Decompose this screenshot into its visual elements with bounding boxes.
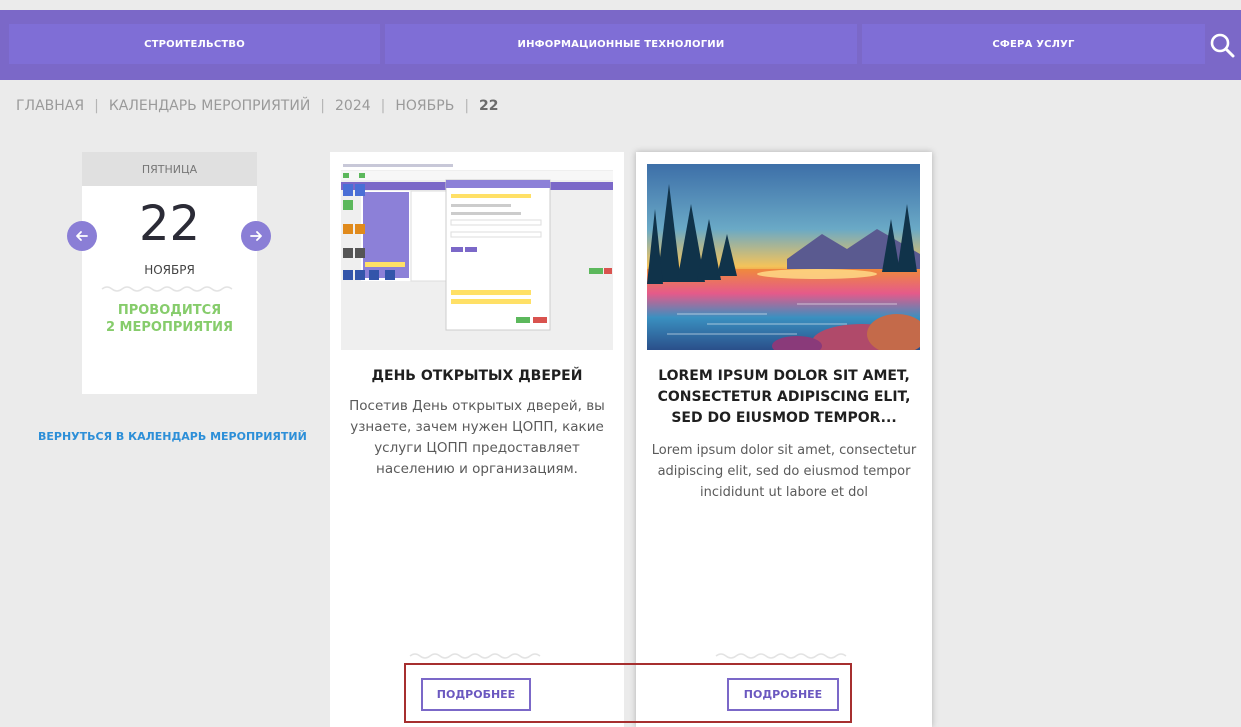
breadcrumb-calendar[interactable]: КАЛЕНДАРЬ МЕРОПРИЯТИЙ [109, 98, 310, 114]
breadcrumb-separator: | [464, 98, 470, 114]
event-card: LOREM IPSUM DOLOR SIT AMET, CONSECTETUR … [636, 152, 932, 727]
status-line-2: 2 МЕРОПРИЯТИЯ [105, 320, 234, 335]
breadcrumb-separator: | [320, 98, 326, 114]
nav-item-it[interactable]: ИНФОРМАЦИОННЫЕ ТЕХНОЛОГИИ [385, 24, 857, 64]
event-description: Посетив День открытых дверей, вы узнаете… [349, 398, 605, 477]
breadcrumb-year[interactable]: 2024 [335, 98, 371, 114]
month-label: НОЯБРЯ [144, 263, 195, 277]
breadcrumb-current: 22 [479, 98, 499, 114]
breadcrumb-month[interactable]: НОЯБРЬ [395, 98, 454, 114]
events-count-status: ПРОВОДИТСЯ 2 МЕРОПРИЯТИЯ [82, 302, 257, 336]
prev-day-button[interactable] [67, 221, 97, 251]
breadcrumb-separator: | [380, 98, 386, 114]
wavy-divider [409, 653, 541, 659]
details-button[interactable]: ПОДРОБНЕЕ [727, 678, 839, 711]
details-button[interactable]: ПОДРОБНЕЕ [421, 678, 531, 711]
breadcrumb-home[interactable]: ГЛАВНАЯ [16, 98, 84, 114]
event-title[interactable]: ДЕНЬ ОТКРЫТЫХ ДВЕРЕЙ [340, 366, 614, 387]
back-to-calendar-link[interactable]: ВЕРНУТЬСЯ В КАЛЕНДАРЬ МЕРОПРИЯТИЙ [38, 430, 307, 443]
event-description: Lorem ipsum dolor sit amet, consectetur … [651, 443, 917, 500]
top-navigation: СТРОИТЕЛЬСТВО ИНФОРМАЦИОННЫЕ ТЕХНОЛОГИИ … [0, 10, 1241, 80]
nav-item-services[interactable]: СФЕРА УСЛУГ [862, 24, 1205, 64]
breadcrumb: ГЛАВНАЯ | КАЛЕНДАРЬ МЕРОПРИЯТИЙ | 2024 |… [16, 98, 499, 114]
breadcrumb-separator: | [94, 98, 99, 114]
date-card: ПЯТНИЦА 22 НОЯБРЯ ПРОВОДИТСЯ 2 МЕРОПРИЯТ… [82, 152, 257, 394]
status-line-1: ПРОВОДИТСЯ [117, 303, 222, 318]
event-image-screenshot[interactable] [341, 162, 613, 350]
arrow-right-icon [250, 231, 262, 241]
nav-item-construction[interactable]: СТРОИТЕЛЬСТВО [9, 24, 380, 64]
search-icon[interactable] [1209, 32, 1235, 58]
wavy-divider [715, 653, 847, 659]
event-card: ДЕНЬ ОТКРЫТЫХ ДВЕРЕЙ Посетив День открыт… [330, 152, 624, 727]
day-number: 22 [138, 196, 201, 252]
arrow-left-icon [76, 231, 88, 241]
wavy-divider [101, 286, 233, 292]
event-title[interactable]: LOREM IPSUM DOLOR SIT AMET, CONSECTETUR … [646, 366, 922, 429]
event-image-landscape[interactable] [647, 164, 920, 350]
next-day-button[interactable] [241, 221, 271, 251]
weekday-label: ПЯТНИЦА [82, 152, 257, 186]
